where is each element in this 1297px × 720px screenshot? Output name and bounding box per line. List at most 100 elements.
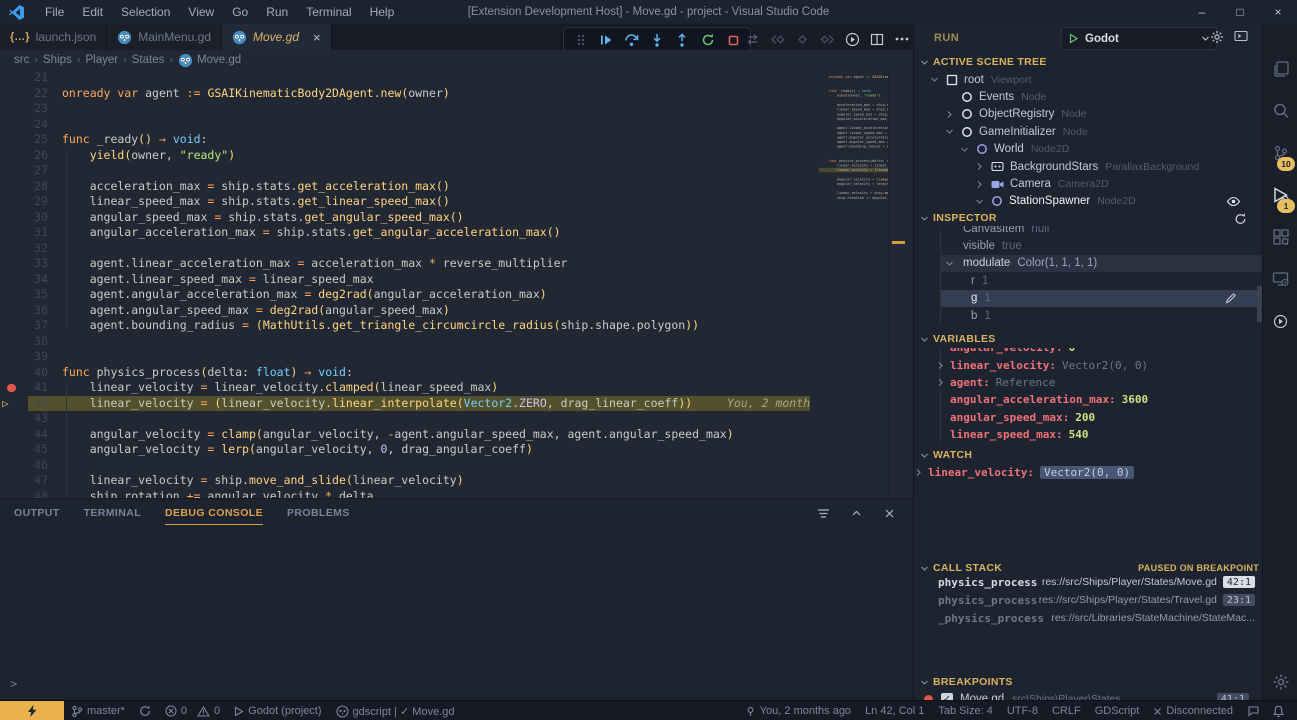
section-header-watch[interactable]: WATCH bbox=[914, 447, 1269, 463]
status-item-master[interactable]: master* bbox=[64, 705, 132, 718]
menu-edit[interactable]: Edit bbox=[73, 1, 112, 24]
code-line-34[interactable]: 34 agent.linear_speed_max = linear_speed… bbox=[0, 272, 913, 288]
status-item-tab-size-4[interactable]: Tab Size: 4 bbox=[931, 705, 999, 717]
variable-row[interactable]: linear_velocity:Vector2(0, 0) bbox=[914, 464, 1263, 481]
refresh-icon[interactable] bbox=[1234, 212, 1247, 225]
code-line-41[interactable]: 41 linear_velocity = linear_velocity.cla… bbox=[0, 380, 913, 396]
inspector-row-r[interactable]: r1 bbox=[940, 272, 1263, 289]
edit-pencil-icon[interactable] bbox=[1225, 292, 1237, 304]
launch-config-dropdown[interactable]: Godot bbox=[1061, 27, 1217, 50]
variable-row[interactable]: linear_velocity:Vector2(0, 0) bbox=[940, 356, 1263, 373]
split-editor-icon[interactable] bbox=[867, 29, 887, 49]
step-out-icon[interactable] bbox=[672, 30, 692, 50]
status-item-0[interactable]: 00 bbox=[158, 705, 227, 717]
restart-icon[interactable] bbox=[698, 30, 718, 50]
code-line-48[interactable]: 48 ship.rotation += angular_velocity * d… bbox=[0, 489, 913, 499]
step-into-icon[interactable] bbox=[647, 30, 667, 50]
close-button[interactable]: × bbox=[1259, 0, 1297, 24]
code-line-48[interactable]: ship.rotation += angular_velocity * delt… bbox=[810, 196, 888, 201]
menu-go[interactable]: Go bbox=[223, 1, 257, 24]
drag-grip-icon[interactable] bbox=[571, 30, 591, 50]
call-stack-frame[interactable]: physics_processres://src/Ships/Player/St… bbox=[914, 591, 1263, 609]
code-line-23[interactable]: 23 bbox=[0, 101, 913, 117]
variable-row[interactable]: linear_speed_max:540 bbox=[940, 426, 1263, 443]
tab-launch.json[interactable]: {…}launch.json bbox=[0, 24, 107, 50]
activity-run-circle[interactable] bbox=[1263, 301, 1297, 341]
status-item-godot-project[interactable]: Godot (project) bbox=[227, 705, 328, 717]
inspector-row-g[interactable]: g1 bbox=[940, 290, 1263, 307]
start-debug-icon[interactable] bbox=[1068, 33, 1079, 44]
code-line-26[interactable]: 26 yield(owner, "ready") bbox=[0, 148, 913, 164]
minimap[interactable]: onready var agent := GSAIKinematicBody2D… bbox=[810, 70, 888, 498]
panel-tab-terminal[interactable]: TERMINAL bbox=[84, 503, 141, 525]
code-line-46[interactable]: 46 bbox=[0, 458, 913, 474]
tree-item-gameinitializer[interactable]: GameInitializerNode bbox=[914, 123, 1263, 140]
code-line-33[interactable]: 33 agent.linear_acceleration_max = accel… bbox=[0, 256, 913, 272]
continue-icon[interactable] bbox=[596, 30, 616, 50]
minimize-button[interactable]: – bbox=[1183, 0, 1221, 24]
breadcrumb[interactable]: src›Ships›Player›States›Move.gd bbox=[0, 50, 927, 70]
activity-manage-gear[interactable] bbox=[1263, 662, 1297, 702]
variable-row[interactable]: agent:Reference bbox=[940, 374, 1263, 391]
menu-selection[interactable]: Selection bbox=[112, 1, 179, 24]
code-line-24[interactable]: 24 bbox=[0, 117, 913, 133]
maximize-button[interactable]: □ bbox=[1221, 0, 1259, 24]
section-header-inspector[interactable]: INSPECTOR bbox=[914, 210, 1269, 226]
run-settings-gear-icon[interactable] bbox=[1210, 30, 1224, 44]
menu-terminal[interactable]: Terminal bbox=[297, 1, 360, 24]
inspector-row-modulate[interactable]: modulateColor(1, 1, 1, 1) bbox=[940, 255, 1263, 272]
tab-Move.gd[interactable]: Move.gd× bbox=[222, 24, 332, 50]
status-item-you-2-months-ago[interactable]: You, 2 months ago bbox=[738, 705, 858, 717]
close-tab-icon[interactable]: × bbox=[313, 30, 321, 45]
status-item-utf-8[interactable]: UTF-8 bbox=[1000, 705, 1045, 717]
activity-run-and-debug[interactable]: 1 bbox=[1263, 175, 1297, 215]
code-line-25[interactable]: 25func _ready() → void: bbox=[0, 132, 913, 148]
remote-indicator[interactable] bbox=[0, 701, 64, 720]
step-forward-icon[interactable] bbox=[817, 29, 837, 49]
tree-item-camera[interactable]: CameraCamera2D bbox=[914, 175, 1263, 192]
tree-item-root[interactable]: rootViewport bbox=[914, 71, 1263, 88]
code-line-42[interactable]: ▷42 linear_velocity = (linear_velocity.l… bbox=[0, 396, 913, 412]
code-line-38[interactable]: 38 bbox=[0, 334, 913, 350]
breadcrumb-file[interactable]: Move.gd bbox=[178, 53, 241, 68]
status-item[interactable] bbox=[1240, 705, 1266, 717]
code-line-44[interactable]: 44 angular_velocity = clamp(angular_velo… bbox=[0, 427, 913, 443]
tree-item-events[interactable]: EventsNode bbox=[914, 88, 1263, 105]
panel-tab-output[interactable]: OUTPUT bbox=[14, 503, 60, 525]
code-line-31[interactable]: 31 angular_acceleration_max = ship.stats… bbox=[0, 225, 913, 241]
variable-row[interactable]: angular_velocity:0 bbox=[940, 348, 1263, 356]
menu-run[interactable]: Run bbox=[257, 1, 297, 24]
tab-MainMenu.gd[interactable]: MainMenu.gd bbox=[107, 24, 222, 50]
breadcrumb-segment[interactable]: States bbox=[132, 54, 165, 66]
code-line-39[interactable]: 39 bbox=[0, 349, 913, 365]
panel-tab-problems[interactable]: PROBLEMS bbox=[287, 503, 350, 525]
code-line-45[interactable]: 45 angular_velocity = lerp(angular_veloc… bbox=[0, 442, 913, 458]
code-line-21[interactable]: 21 bbox=[0, 70, 913, 86]
reverse-dot-icon[interactable] bbox=[792, 29, 812, 49]
tree-item-stationspawner[interactable]: StationSpawnerNode2D bbox=[914, 193, 1263, 210]
code-line-47[interactable]: 47 linear_velocity = ship.move_and_slide… bbox=[0, 473, 913, 489]
status-item-disconnected[interactable]: Disconnected bbox=[1146, 705, 1240, 717]
debug-console-prompt[interactable]: > bbox=[10, 677, 17, 691]
status-item-gdscript[interactable]: GDScript bbox=[1088, 705, 1147, 717]
call-stack-frame[interactable]: _physics_processres://src/Libraries/Stat… bbox=[914, 609, 1263, 627]
variable-row[interactable]: angular_acceleration_max:3600 bbox=[940, 391, 1263, 408]
menu-file[interactable]: File bbox=[36, 1, 73, 24]
run-circle-icon[interactable] bbox=[842, 29, 862, 49]
status-item[interactable] bbox=[132, 705, 158, 717]
code-line-27[interactable]: 27 bbox=[0, 163, 913, 179]
menu-view[interactable]: View bbox=[179, 1, 223, 24]
status-item-gdscript-move-gd[interactable]: gdscript | ✓ Move.gd bbox=[329, 705, 462, 718]
code-line-35[interactable]: 35 agent.angular_acceleration_max = deg2… bbox=[0, 287, 913, 303]
section-header-breakpoints[interactable]: BREAKPOINTS bbox=[914, 674, 1269, 690]
code-line-28[interactable]: 28 acceleration_max = ship.stats.get_acc… bbox=[0, 179, 913, 195]
breadcrumb-segment[interactable]: src bbox=[14, 54, 29, 66]
status-item[interactable] bbox=[1266, 705, 1291, 717]
filter-list-icon[interactable] bbox=[813, 503, 833, 523]
tree-item-world[interactable]: WorldNode2D bbox=[914, 141, 1263, 158]
tree-item-backgroundstars[interactable]: BackgroundStarsParallaxBackground bbox=[914, 158, 1263, 175]
code-line-36[interactable]: 36 agent.angular_speed_max = deg2rad(ang… bbox=[0, 303, 913, 319]
activity-remote-explorer[interactable] bbox=[1263, 259, 1297, 299]
inspector-row-b[interactable]: b1 bbox=[940, 307, 1263, 324]
close-icon[interactable] bbox=[879, 503, 899, 523]
